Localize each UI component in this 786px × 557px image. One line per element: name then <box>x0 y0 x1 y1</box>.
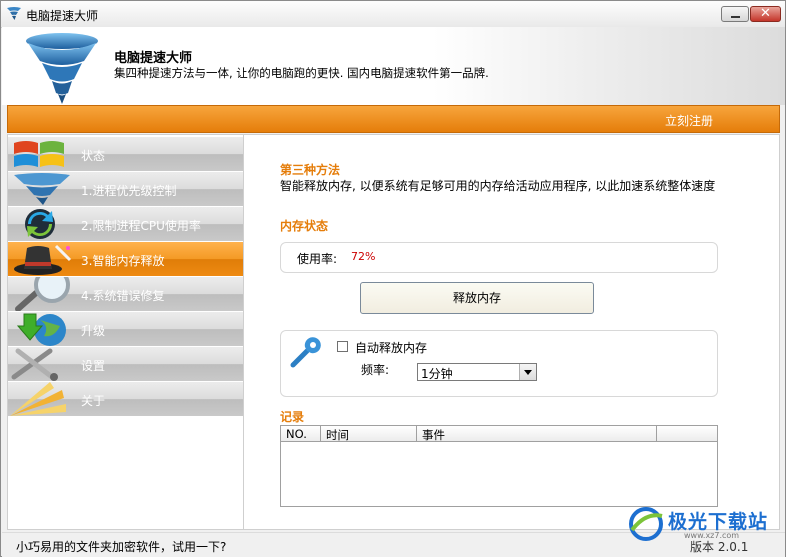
memory-status-title: 内存状态 <box>280 219 329 233</box>
memory-usage-panel: 使用率: 72% <box>280 242 718 273</box>
log-col-extra[interactable] <box>657 426 717 442</box>
promo-link[interactable]: 小巧易用的文件夹加密软件，试用一下? <box>16 538 226 555</box>
sidebar-item-memory-release[interactable]: 3.智能内存释放 <box>8 242 243 276</box>
watermark-url: www.xz7.com <box>684 531 740 540</box>
tornado-logo-icon <box>26 33 98 104</box>
log-col-time[interactable]: 时间 <box>321 426 417 442</box>
auto-release-checkbox[interactable] <box>337 341 348 352</box>
log-col-no[interactable]: NO. <box>281 426 321 442</box>
refresh-arrows-icon <box>25 209 55 239</box>
main-content: 第三种方法 智能释放内存, 以便系统有足够可用的内存给活动应用程序, 以此加速系… <box>244 134 780 530</box>
watermark-logo-icon <box>629 507 663 541</box>
top-orange-bar: 立刻注册 <box>7 105 780 133</box>
sidebar-item-label: 状态 <box>81 149 106 163</box>
sidebar-item-label: 设置 <box>81 359 106 373</box>
windows-logo-icon <box>14 141 64 167</box>
method-title: 第三种方法 <box>280 163 341 177</box>
auto-release-label: 自动释放内存 <box>355 341 428 355</box>
release-memory-button[interactable]: 释放内存 <box>360 282 594 314</box>
magnifier-icon <box>15 277 70 311</box>
watermark: 极光下载站 www.xz7.com <box>626 504 781 544</box>
sidebar-item-cpu-limit[interactable]: 2.限制进程CPU使用率 <box>8 207 243 241</box>
frequency-value: 1分钟 <box>421 367 453 381</box>
magic-hat-icon <box>14 244 72 275</box>
globe-download-icon <box>16 313 66 346</box>
window-title: 电脑提速大师 <box>26 9 99 23</box>
method-description: 智能释放内存, 以便系统有足够可用的内存给活动应用程序, 以此加速系统整体速度 <box>280 179 716 193</box>
watermark-text: 极光下载站 <box>668 511 769 533</box>
app-name: 电脑提速大师 <box>114 51 193 66</box>
sidebar-item-error-repair[interactable]: 4.系统错误修复 <box>8 277 243 311</box>
sidebar-item-about[interactable]: 关于 <box>8 382 243 416</box>
frequency-label: 频率: <box>361 363 390 377</box>
title-bar[interactable]: 电脑提速大师 ✕ <box>1 1 785 28</box>
sidebar-item-label: 关于 <box>81 394 106 408</box>
light-burst-icon <box>10 382 66 416</box>
tornado-app-icon <box>7 7 21 20</box>
sidebar-item-status[interactable]: 状态 <box>8 137 243 171</box>
sidebar-item-upgrade[interactable]: 升级 <box>8 312 243 346</box>
close-icon: ✕ <box>760 6 771 21</box>
minimize-button[interactable] <box>721 6 749 22</box>
sidebar-item-process-priority[interactable]: 1.进程优先级控制 <box>8 172 243 206</box>
wrench-icon <box>290 337 321 368</box>
register-link[interactable]: 立刻注册 <box>665 112 713 129</box>
app-slogan: 集四种提速方法与一体, 让你的电脑跑的更快. 国内电脑提速软件第一品牌. <box>114 66 489 80</box>
sidebar-item-label: 升级 <box>81 324 106 338</box>
main-window: 电脑提速大师 ✕ 电脑提速大师 集四种提速方法与一体, 让你的电脑跑的更快. 国… <box>0 0 786 557</box>
close-button[interactable]: ✕ <box>750 6 781 22</box>
log-title: 记录 <box>280 410 305 424</box>
sidebar-item-label: 1.进程优先级控制 <box>81 184 177 198</box>
app-header: 电脑提速大师 集四种提速方法与一体, 让你的电脑跑的更快. 国内电脑提速软件第一… <box>2 27 785 105</box>
usage-value: 72% <box>351 250 376 263</box>
frequency-select[interactable]: 1分钟 <box>417 363 537 381</box>
sidebar-item-label: 2.限制进程CPU使用率 <box>81 219 201 233</box>
log-table[interactable]: NO. 时间 事件 <box>280 425 718 507</box>
tools-icon <box>11 348 58 381</box>
usage-label: 使用率: <box>297 252 338 266</box>
chevron-down-icon[interactable] <box>519 364 536 380</box>
tornado-icon <box>14 173 70 205</box>
sidebar-item-label: 3.智能内存释放 <box>81 254 165 268</box>
sidebar-item-label: 4.系统错误修复 <box>81 289 165 303</box>
log-col-event[interactable]: 事件 <box>417 426 657 442</box>
sidebar-nav: 状态 1.进程优先级控制 2.限制进程CPU使用率 3.智能内存释放 4.系统错… <box>7 134 244 530</box>
auto-release-panel: 自动释放内存 频率: 1分钟 <box>280 330 718 397</box>
sidebar-item-settings[interactable]: 设置 <box>8 347 243 381</box>
